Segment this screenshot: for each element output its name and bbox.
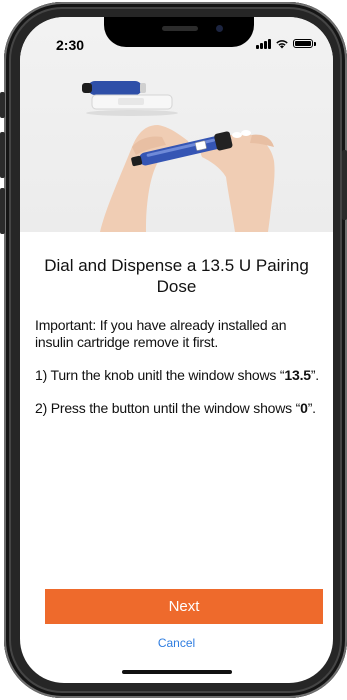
step-2-value: 0 <box>300 400 308 416</box>
important-note: Important: If you have already installed… <box>35 317 287 350</box>
speaker-grille <box>162 26 198 31</box>
front-camera <box>216 25 223 32</box>
volume-up-button <box>0 132 5 178</box>
wifi-icon <box>276 40 288 49</box>
notch <box>104 17 254 47</box>
signal-icon <box>256 38 271 49</box>
step-1-text: 1) Turn the knob unitl the window shows … <box>35 367 319 383</box>
next-button[interactable]: Next <box>45 589 323 624</box>
step-content: Dial and Dispense a 13.5 U Pairing Dose … <box>20 232 333 433</box>
status-time: 2:30 <box>56 37 85 53</box>
phone-screen: 2:30 Dial and Dispense a 13.5 U Pairing … <box>20 17 333 683</box>
power-button <box>342 150 347 220</box>
cancel-link[interactable]: Cancel <box>20 636 333 650</box>
step-1-value: 13.5 <box>284 367 311 383</box>
status-icons <box>256 38 316 49</box>
silent-switch <box>0 92 5 118</box>
step-2-text: 2) Press the button until the window sho… <box>35 400 316 416</box>
instructions: Important: If you have already installed… <box>35 317 319 417</box>
step-title: Dial and Dispense a 13.5 U Pairing Dose <box>44 256 309 296</box>
home-indicator[interactable] <box>122 670 232 674</box>
battery-icon <box>293 39 316 48</box>
volume-down-button <box>0 188 5 234</box>
